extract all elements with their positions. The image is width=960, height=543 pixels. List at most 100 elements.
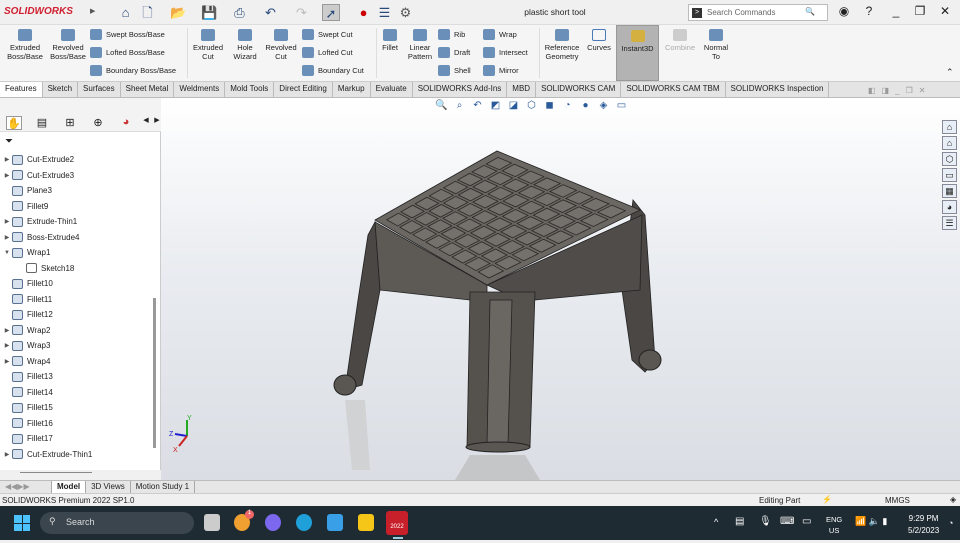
bottom-tab-3d-views[interactable]: 3D Views — [86, 481, 131, 493]
hide-show-items-icon[interactable]: ◔ — [560, 100, 575, 114]
reference-geometry-button[interactable]: Reference Geometry — [541, 29, 583, 61]
keyboard-icon[interactable]: ⌨ — [780, 516, 794, 527]
bottom-tab-model[interactable]: Model — [52, 481, 87, 493]
tree-item[interactable]: ▶ Wrap4 — [2, 354, 50, 369]
solidworks-taskbar-icon[interactable]: 2022 — [386, 511, 408, 535]
mirror-button[interactable]: Mirror — [483, 65, 519, 76]
tree-item[interactable]: ▶ Wrap3 — [2, 338, 50, 353]
expand-arrow-icon[interactable]: ▶ — [2, 234, 12, 241]
microphone-icon[interactable]: 🎙 — [759, 516, 772, 527]
display-style-icon[interactable]: ◼ — [542, 100, 557, 114]
combine-button[interactable]: Combine — [662, 29, 698, 52]
tree-item[interactable]: ▶ Cut-Extrude3 — [2, 168, 74, 183]
design-library-icon[interactable]: ⬡ — [942, 152, 957, 166]
edge-browser-icon[interactable] — [296, 514, 312, 531]
tab-sketch[interactable]: Sketch — [43, 82, 79, 97]
expand-arrow-icon[interactable]: ▼ — [2, 250, 12, 256]
view-palette-icon[interactable]: ▦ — [942, 184, 957, 198]
tree-item[interactable]: ▶ Wrap2 — [2, 323, 50, 338]
feature-manager-tab-icon[interactable]: ✋ — [6, 116, 22, 130]
stool-3d-model[interactable] — [161, 98, 960, 480]
expand-arrow-icon[interactable]: ▶ — [2, 358, 12, 365]
window-controls-icon[interactable]: ◧◨_❐✕ — [868, 86, 931, 95]
revolved-boss-button[interactable]: Revolved Boss/Base — [48, 29, 88, 61]
extruded-cut-button[interactable]: Extruded Cut — [190, 29, 226, 61]
tree-item[interactable]: Fillet17 — [2, 431, 53, 446]
tree-scrollbar[interactable] — [153, 298, 156, 448]
notifications-icon[interactable]: ◔ — [948, 518, 953, 528]
tree-item[interactable]: ▶ Extrude-Thin1 — [2, 214, 77, 229]
boundary-cut-button[interactable]: Boundary Cut — [302, 65, 364, 76]
tab-direct-editing[interactable]: Direct Editing — [274, 82, 333, 97]
search-commands-input[interactable]: > Search Commands 🔍 — [688, 4, 828, 21]
customize-icon[interactable]: ◈ — [950, 495, 956, 504]
tab-surfaces[interactable]: Surfaces — [78, 82, 121, 97]
tree-item[interactable]: Sketch18 — [16, 261, 74, 276]
boundary-boss-button[interactable]: Boundary Boss/Base — [90, 65, 176, 76]
linear-pattern-button[interactable]: Linear Pattern — [404, 29, 436, 61]
show-hidden-icons-chevron[interactable]: ^ — [714, 517, 718, 527]
widgets-icon[interactable]: 1 — [234, 510, 254, 531]
instant3d-toggle[interactable]: Instant3D — [616, 25, 659, 81]
collapse-ribbon-icon[interactable]: ⌃ — [946, 67, 954, 78]
taskbar-search[interactable]: ⚲ Search — [40, 512, 194, 534]
tree-item[interactable]: Fillet11 — [2, 292, 52, 307]
expand-arrow-icon[interactable]: ▶ — [2, 327, 12, 334]
expand-arrow-icon[interactable]: ▶ — [2, 342, 12, 349]
tree-item[interactable]: Fillet10 — [2, 276, 53, 291]
tab-solidworks-cam[interactable]: SOLIDWORKS CAM — [536, 82, 622, 97]
rib-button[interactable]: Rib — [438, 29, 465, 40]
wifi-volume-battery-icons[interactable]: 📶 🔈 ▮ — [855, 516, 887, 527]
user-account-icon[interactable]: ◉ — [835, 4, 853, 18]
tree-item[interactable]: Fillet9 — [2, 199, 48, 214]
expand-arrow-icon[interactable]: ▶ — [2, 218, 12, 225]
undo-icon[interactable]: ↶ — [262, 4, 279, 21]
file-explorer-icon[interactable]: ▭ — [942, 168, 957, 182]
hole-wizard-button[interactable]: Hole Wizard — [228, 29, 262, 61]
expand-arrow-icon[interactable]: ▶ — [2, 172, 12, 179]
tab-mbd[interactable]: MBD — [507, 82, 537, 97]
open-icon[interactable]: 📂 — [170, 4, 187, 21]
view-settings-icon[interactable]: ▭ — [614, 100, 629, 114]
horizontal-scrollbar[interactable] — [20, 472, 92, 473]
tab-navigation-arrows[interactable]: ◀◀▶▶ — [0, 481, 52, 493]
tab-sheet-metal[interactable]: Sheet Metal — [121, 82, 175, 97]
save-icon[interactable]: 💾 — [201, 4, 218, 21]
file-explorer-icon[interactable] — [358, 514, 374, 531]
expand-menu-arrow[interactable]: ▶ — [90, 7, 95, 15]
swept-cut-button[interactable]: Swept Cut — [302, 29, 353, 40]
store-icon[interactable] — [327, 514, 343, 531]
expand-arrow-icon[interactable]: ▶ — [2, 451, 12, 458]
scenes-icon[interactable]: ◈ — [596, 100, 611, 114]
windows-start-icon[interactable] — [14, 515, 30, 531]
tree-item[interactable]: ▶ Cut-Extrude2 — [2, 152, 74, 167]
tree-item[interactable]: ▼ Wrap1 — [2, 245, 50, 260]
extruded-boss-button[interactable]: Extruded Boss/Base — [4, 29, 46, 61]
print-icon[interactable]: ⎙ — [231, 4, 248, 21]
tree-item[interactable]: ▶ Cut-Extrude-Thin1 — [2, 447, 92, 462]
property-manager-tab-icon[interactable]: ▤ — [34, 116, 50, 130]
normal-to-button[interactable]: Normal To — [700, 29, 732, 61]
view-orientation-icon[interactable]: ⬡ — [524, 100, 539, 114]
search-icon[interactable]: 🔍 — [805, 7, 815, 16]
tree-item[interactable]: ▶ Boss-Extrude4 — [2, 230, 79, 245]
help-icon[interactable]: ? — [860, 4, 878, 18]
language-indicator[interactable]: ENG US — [826, 514, 842, 536]
rebuild-traffic-light-icon[interactable]: ● — [355, 4, 372, 21]
section-view-icon[interactable]: ◩ — [488, 100, 503, 114]
restore-button[interactable]: ❐ — [911, 4, 929, 18]
draft-button[interactable]: Draft — [438, 47, 470, 58]
lofted-boss-button[interactable]: Lofted Boss/Base — [90, 47, 165, 58]
intersect-button[interactable]: Intersect — [483, 47, 528, 58]
graphics-area[interactable]: Y Z X — [161, 98, 960, 480]
lofted-cut-button[interactable]: Lofted Cut — [302, 47, 353, 58]
task-view-icon[interactable] — [204, 514, 220, 531]
new-document-icon[interactable]: 🗋 — [139, 4, 156, 21]
tab-markup[interactable]: Markup — [333, 82, 371, 97]
tablet-icon[interactable]: ▭ — [802, 516, 811, 527]
fillet-button[interactable]: Fillet — [378, 29, 402, 52]
tab-solidworks-inspection[interactable]: SOLIDWORKS Inspection — [726, 82, 830, 97]
filter-icon[interactable]: ⏷ — [5, 136, 13, 147]
tree-item[interactable]: Fillet16 — [2, 416, 53, 431]
bottom-tab-motion-study-1[interactable]: Motion Study 1 — [131, 481, 196, 493]
